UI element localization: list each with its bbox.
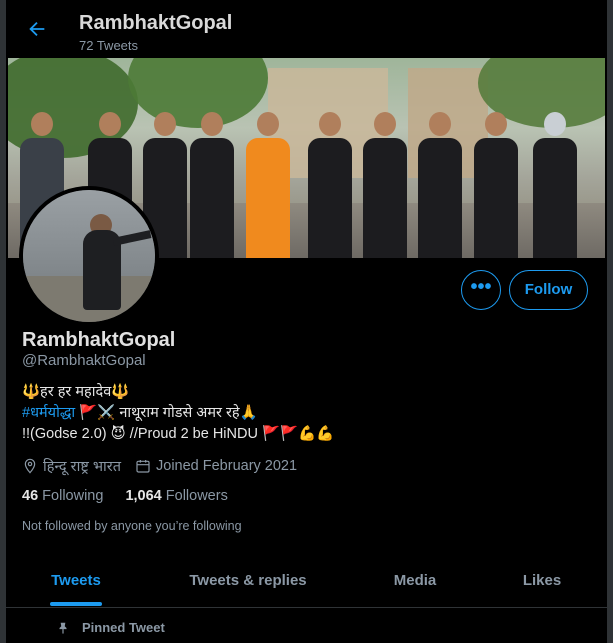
bio-line: 🔱हर हर महादेव🔱: [22, 384, 130, 400]
following-link[interactable]: 46 Following: [22, 488, 103, 504]
followers-link[interactable]: 1,064 Followers: [125, 488, 227, 504]
header-title: RambhaktGopal: [79, 12, 233, 34]
tab-label: Tweets & replies: [189, 572, 307, 589]
tab-label: Media: [393, 572, 437, 589]
more-options-button[interactable]: •••: [461, 270, 501, 310]
join-date: Joined February 2021: [135, 458, 297, 474]
bio-line: #धर्मयोद्धा 🚩⚔️ नाथूराम गोडसे अमर रहे🙏: [22, 403, 334, 424]
avatar[interactable]: [19, 186, 159, 326]
location: हिन्दू राष्ट्र भारत: [22, 456, 121, 476]
tweet-count: 72 Tweets: [79, 38, 139, 53]
not-followed-notice: Not followed by anyone you’re following: [22, 519, 242, 533]
profile-tabs: Tweets Tweets & replies Media Likes: [6, 558, 607, 608]
tab-label: Tweets: [51, 572, 101, 589]
user-handle: @RambhaktGopal: [22, 352, 146, 369]
tab-label: Likes: [522, 572, 562, 589]
profile-meta: हिन्दू राष्ट्र भारत Joined February 2021: [22, 456, 311, 476]
location-text: हिन्दू राष्ट्र भारत: [43, 459, 121, 475]
top-bar: RambhaktGopal 72 Tweets: [6, 0, 607, 58]
following-count: 46: [22, 488, 39, 504]
tab-tweets[interactable]: Tweets: [50, 558, 102, 607]
profile-bio: 🔱हर हर महादेव🔱 #धर्मयोद्धा 🚩⚔️ नाथूराम ग…: [22, 382, 334, 445]
location-pin-icon: [24, 458, 36, 474]
pin-icon: [59, 622, 67, 634]
active-tab-indicator: [50, 602, 102, 606]
followers-count: 1,064: [125, 488, 162, 504]
back-arrow-icon[interactable]: [26, 18, 50, 42]
join-date-text: Joined February 2021: [156, 458, 298, 474]
display-name: RambhaktGopal: [22, 329, 176, 351]
follow-button[interactable]: Follow: [509, 270, 588, 310]
tab-tweets-replies[interactable]: Tweets & replies: [186, 558, 310, 607]
calendar-icon: [136, 460, 150, 473]
bio-text: 🚩⚔️ नाथूराम गोडसे अमर रहे🙏: [75, 405, 258, 421]
bio-line: !!(Godse 2.0) 😈 //Proud 2 be HiNDU 🚩🚩💪💪: [22, 426, 335, 442]
pinned-tweet-header: Pinned Tweet: [56, 620, 165, 635]
tab-likes[interactable]: Likes: [522, 558, 562, 607]
followers-label: Followers: [165, 488, 228, 504]
tab-media[interactable]: Media: [392, 558, 438, 607]
pinned-label: Pinned Tweet: [82, 620, 165, 635]
following-label: Following: [42, 488, 104, 504]
hashtag-link[interactable]: #धर्मयोद्धा: [22, 405, 75, 421]
follow-stats: 46 Following 1,064 Followers: [22, 488, 246, 504]
